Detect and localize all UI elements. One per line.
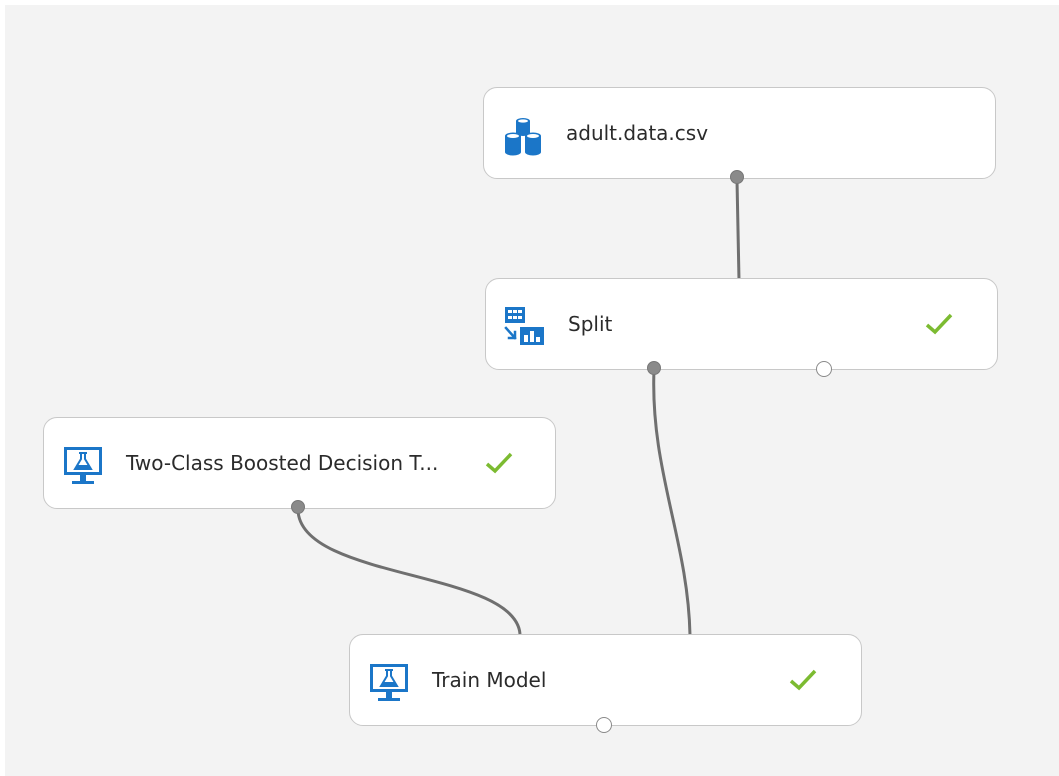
- machine-learning-model-icon: [370, 664, 408, 701]
- machine-learning-model-icon: [64, 447, 102, 484]
- module-dataset[interactable]: adult.data.csv: [483, 87, 996, 179]
- output-port-unconnected[interactable]: [596, 717, 612, 733]
- module-two-class-boosted-decision-tree[interactable]: Two-Class Boosted Decision T...: [43, 417, 556, 509]
- dataset-icon: [505, 118, 541, 156]
- module-split[interactable]: Split: [485, 278, 998, 370]
- split-data-icon: [504, 307, 544, 345]
- module-label: Train Model: [432, 668, 547, 692]
- completed-check-icon: [789, 669, 817, 691]
- output-port-unconnected[interactable]: [816, 361, 832, 377]
- completed-check-icon: [485, 452, 513, 474]
- module-label: Split: [568, 312, 613, 336]
- output-port[interactable]: [730, 170, 744, 184]
- output-port[interactable]: [291, 500, 305, 514]
- completed-check-icon: [925, 313, 953, 335]
- module-train-model[interactable]: Train Model: [349, 634, 862, 726]
- output-port[interactable]: [647, 361, 661, 375]
- module-label: adult.data.csv: [566, 121, 709, 145]
- module-label: Two-Class Boosted Decision T...: [126, 451, 439, 475]
